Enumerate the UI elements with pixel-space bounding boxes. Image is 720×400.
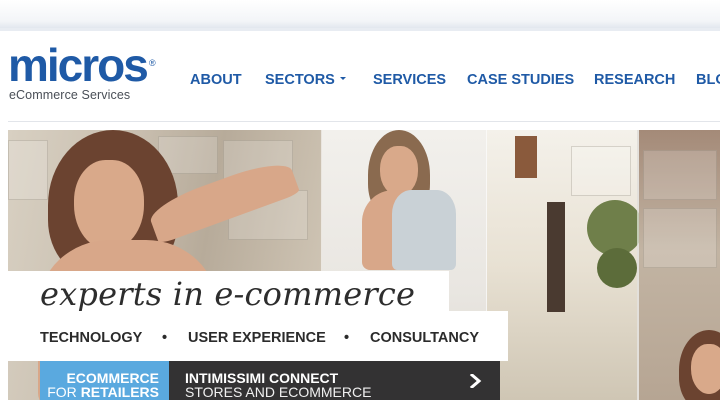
hero-tagline: experts in e-commerce <box>40 275 416 313</box>
service-consultancy: CONSULTANCY <box>370 330 480 346</box>
nav-item-about[interactable]: ABOUT <box>190 72 242 88</box>
promo-category-prefix: FOR <box>47 384 77 400</box>
nav-item-research[interactable]: RESEARCH <box>594 72 675 88</box>
promo-link[interactable]: INTIMISSIMI CONNECT STORES AND ECOMMERCE <box>169 361 500 400</box>
service-separator: • <box>344 330 350 346</box>
nav-item-services[interactable]: SERVICES <box>373 72 446 88</box>
micros-logo[interactable]: micros ® eCommerce Services <box>8 42 158 106</box>
promo-category-line2: FOR RETAILERS <box>47 384 159 400</box>
logo-subtitle: eCommerce Services <box>9 88 131 102</box>
promo-category-badge: ECOMMERCE FOR RETAILERS <box>40 361 169 400</box>
service-separator: • <box>162 330 168 346</box>
nav-item-sectors-label: SECTORS <box>265 72 335 88</box>
hero-services-box: TECHNOLOGY • USER EXPERIENCE • CONSULTAN… <box>8 311 508 361</box>
logo-wordmark: micros <box>8 39 149 91</box>
service-technology: TECHNOLOGY <box>40 330 143 346</box>
service-user-experience: USER EXPERIENCE <box>188 330 326 346</box>
promo-category-bold: RETAILERS <box>80 384 159 400</box>
chevron-down-icon <box>339 76 346 80</box>
nav-item-blog[interactable]: BLO <box>696 72 720 88</box>
hero-photo-village-alley <box>487 130 643 400</box>
hero-photo-stone-steps <box>639 130 720 400</box>
chevron-right-icon[interactable] <box>469 374 483 388</box>
top-strip-divider <box>0 28 720 31</box>
browser-top-strip <box>0 0 720 30</box>
case-study-promo[interactable]: ECOMMERCE FOR RETAILERS INTIMISSIMI CONN… <box>40 361 500 400</box>
logo-registered-mark: ® <box>149 58 156 68</box>
promo-subtitle: STORES AND ECOMMERCE <box>185 384 372 400</box>
nav-item-sectors[interactable]: SECTORS <box>265 72 346 88</box>
nav-item-case-studies[interactable]: CASE STUDIES <box>467 72 574 88</box>
header-divider <box>8 121 720 122</box>
